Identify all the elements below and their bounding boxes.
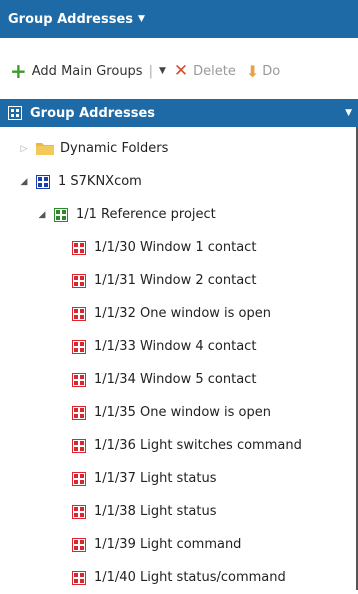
group-address-icon	[72, 438, 86, 453]
group-address-item[interactable]: 1/1/31 Window 2 contact	[0, 264, 358, 297]
group-address-label: 1/1/38 Light status	[94, 504, 217, 519]
group-address-icon	[72, 504, 86, 519]
delete-icon: ✕	[173, 61, 189, 81]
delete-label: Delete	[193, 63, 236, 79]
group-address-tree: ▷ Dynamic Folders ◢ 1 S7KNXcom ◢ 1/1 Ref…	[0, 132, 358, 594]
group-address-label: 1/1/40 Light status/command	[94, 570, 286, 585]
panel-title: Group Addresses	[8, 11, 134, 27]
group-address-icon	[72, 306, 86, 321]
delete-button[interactable]: ✕ Delete	[174, 61, 236, 81]
group-address-icon	[72, 273, 86, 288]
tree-item-label: 1 S7KNXcom	[58, 174, 142, 189]
group-address-label: 1/1/36 Light switches command	[94, 438, 302, 453]
group-address-item[interactable]: 1/1/39 Light command	[0, 528, 358, 561]
group-address-label: 1/1/35 One window is open	[94, 405, 271, 420]
tree-header[interactable]: Group Addresses ▼	[0, 99, 358, 127]
chevron-down-icon[interactable]: ▼	[345, 108, 352, 118]
group-address-item[interactable]: 1/1/40 Light status/command	[0, 561, 358, 594]
group-address-item[interactable]: 1/1/35 One window is open	[0, 396, 358, 429]
group-address-icon	[72, 372, 86, 387]
group-address-icon	[72, 570, 86, 585]
group-address-item[interactable]: 1/1/38 Light status	[0, 495, 358, 528]
plus-icon: +	[10, 59, 27, 83]
group-address-icon	[72, 537, 86, 552]
tree-item-label: 1/1 Reference project	[76, 207, 216, 222]
panel-header[interactable]: Group Addresses ▼	[0, 0, 358, 38]
group-address-label: 1/1/31 Window 2 contact	[94, 273, 257, 288]
group-address-list: 1/1/30 Window 1 contact 1/1/31 Window 2 …	[0, 231, 358, 594]
collapse-icon[interactable]: ◢	[36, 210, 48, 220]
expand-icon[interactable]: ▷	[18, 144, 30, 154]
group-address-icon	[72, 471, 86, 486]
group-address-icon	[72, 240, 86, 255]
group-address-item[interactable]: 1/1/33 Window 4 contact	[0, 330, 358, 363]
chevron-down-icon[interactable]: ▼	[138, 14, 145, 24]
chevron-down-icon[interactable]: ▼	[159, 66, 166, 76]
tree-item-middle-group[interactable]: ◢ 1/1 Reference project	[0, 198, 358, 231]
group-address-icon	[72, 405, 86, 420]
toolbar-separator: |	[148, 63, 153, 79]
group-address-item[interactable]: 1/1/32 One window is open	[0, 297, 358, 330]
group-address-label: 1/1/39 Light command	[94, 537, 242, 552]
group-address-icon	[72, 339, 86, 354]
group-address-item[interactable]: 1/1/30 Window 1 contact	[0, 231, 358, 264]
add-main-groups-button[interactable]: + Add Main Groups	[10, 59, 143, 83]
group-address-item[interactable]: 1/1/34 Window 5 contact	[0, 363, 358, 396]
main-group-icon	[36, 174, 50, 189]
add-main-groups-label: Add Main Groups	[31, 63, 143, 79]
group-address-label: 1/1/32 One window is open	[94, 306, 271, 321]
toolbar: + Add Main Groups | ▼ ✕ Delete ⬇ Do	[0, 56, 358, 86]
group-address-label: 1/1/30 Window 1 contact	[94, 240, 257, 255]
download-icon: ⬇	[245, 61, 260, 81]
tree-item-main-group[interactable]: ◢ 1 S7KNXcom	[0, 165, 358, 198]
group-address-label: 1/1/37 Light status	[94, 471, 217, 486]
group-address-item[interactable]: 1/1/37 Light status	[0, 462, 358, 495]
tree-item-dynamic-folders[interactable]: ▷ Dynamic Folders	[0, 132, 358, 165]
tree-header-label: Group Addresses	[30, 105, 156, 121]
middle-group-icon	[54, 207, 68, 222]
group-addresses-icon	[8, 106, 22, 120]
group-address-label: 1/1/33 Window 4 contact	[94, 339, 257, 354]
group-address-item[interactable]: 1/1/36 Light switches command	[0, 429, 358, 462]
tree-item-label: Dynamic Folders	[60, 141, 169, 156]
download-button[interactable]: ⬇ Do	[236, 62, 280, 81]
group-address-label: 1/1/34 Window 5 contact	[94, 372, 257, 387]
folder-icon	[36, 142, 54, 155]
download-label: Do	[262, 63, 281, 79]
collapse-icon[interactable]: ◢	[18, 177, 30, 187]
